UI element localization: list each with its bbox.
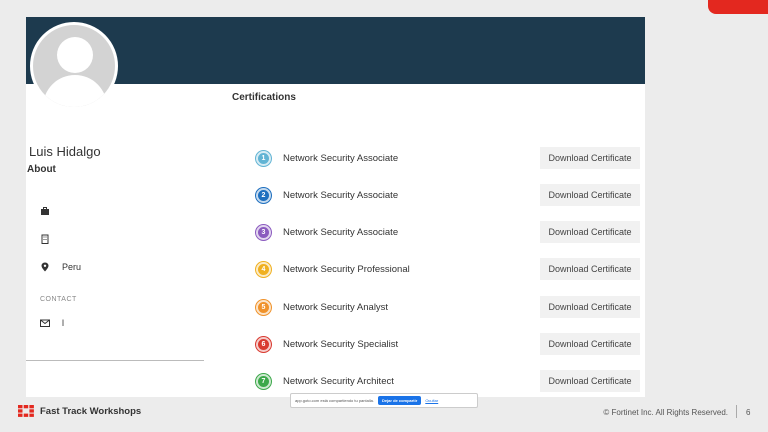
avatar-body-shape	[43, 75, 107, 107]
footer-copyright: © Fortinet Inc. All Rights Reserved.	[603, 408, 728, 417]
certificate-name: Network Security Associate	[283, 226, 399, 238]
footer-brand-text: Fast Track Workshops	[40, 405, 142, 417]
certificate-number-badge: 1	[256, 150, 271, 166]
certificate-number-badge: 4	[256, 261, 271, 277]
certificate-name: Network Security Professional	[283, 263, 410, 275]
user-name: Luis Hidalgo	[29, 144, 101, 159]
download-certificate-button[interactable]: Download Certificate	[540, 370, 640, 392]
certifications-title: Certifications	[232, 92, 296, 103]
certificate-name: Network Security Specialist	[283, 338, 399, 350]
share-message: app.goto.com está compartiendo tu pantal…	[295, 398, 374, 403]
envelope-icon	[40, 319, 50, 327]
job-row	[40, 204, 50, 218]
certificate-number-badge: 5	[256, 299, 271, 315]
profile-banner	[26, 17, 645, 84]
certificate-number-badge: 6	[256, 336, 271, 352]
map-pin-icon	[41, 262, 49, 272]
slide-page-number: 6	[746, 408, 751, 417]
about-heading: About	[27, 164, 56, 175]
download-certificate-button[interactable]: Download Certificate	[540, 296, 640, 318]
building-icon	[41, 234, 49, 244]
fortinet-logo-icon	[18, 405, 34, 417]
location-row: Peru	[40, 260, 81, 274]
avatar	[30, 22, 118, 110]
company-row	[40, 232, 50, 246]
download-certificate-button[interactable]: Download Certificate	[540, 258, 640, 280]
download-certificate-button[interactable]: Download Certificate	[540, 333, 640, 355]
contact-label: CONTACT	[40, 296, 77, 303]
certificate-row: 2 Network Security Associate Download Ce…	[256, 183, 640, 207]
certificate-row: 1 Network Security Associate Download Ce…	[256, 146, 640, 170]
footer-brand: Fast Track Workshops	[18, 405, 141, 417]
avatar-head-shape	[57, 37, 93, 73]
email-text: l	[62, 318, 64, 328]
email-row: l	[40, 316, 64, 330]
hide-share-bar-link[interactable]: Ocultar	[425, 398, 438, 403]
certificate-row: 6 Network Security Specialist Download C…	[256, 332, 640, 356]
profile-page: Certifications Luis Hidalgo About Peru C…	[26, 17, 645, 397]
certificate-row: 5 Network Security Analyst Download Cert…	[256, 295, 640, 319]
certificate-row: 3 Network Security Associate Download Ce…	[256, 220, 640, 244]
sidebar-divider	[26, 360, 204, 361]
location-text: Peru	[62, 262, 82, 272]
certificate-number-badge: 7	[256, 373, 271, 389]
download-certificate-button[interactable]: Download Certificate	[540, 221, 640, 243]
certificate-row: 7 Network Security Architect Download Ce…	[256, 369, 640, 393]
corner-accent-tab	[708, 0, 768, 14]
certificate-name: Network Security Associate	[283, 189, 399, 201]
footer-separator	[736, 405, 737, 418]
download-certificate-button[interactable]: Download Certificate	[540, 147, 640, 169]
certificate-name: Network Security Architect	[283, 375, 394, 387]
download-certificate-button[interactable]: Download Certificate	[540, 184, 640, 206]
stop-sharing-button[interactable]: Dejar de compartir	[377, 396, 422, 405]
briefcase-icon	[41, 207, 49, 215]
certificate-name: Network Security Analyst	[283, 301, 389, 313]
certificate-row: 4 Network Security Professional Download…	[256, 257, 640, 281]
certificate-name: Network Security Associate	[283, 152, 399, 164]
screen-share-bar: app.goto.com está compartiendo tu pantal…	[290, 393, 478, 408]
certificate-number-badge: 3	[256, 224, 271, 240]
certificate-number-badge: 2	[256, 187, 271, 203]
